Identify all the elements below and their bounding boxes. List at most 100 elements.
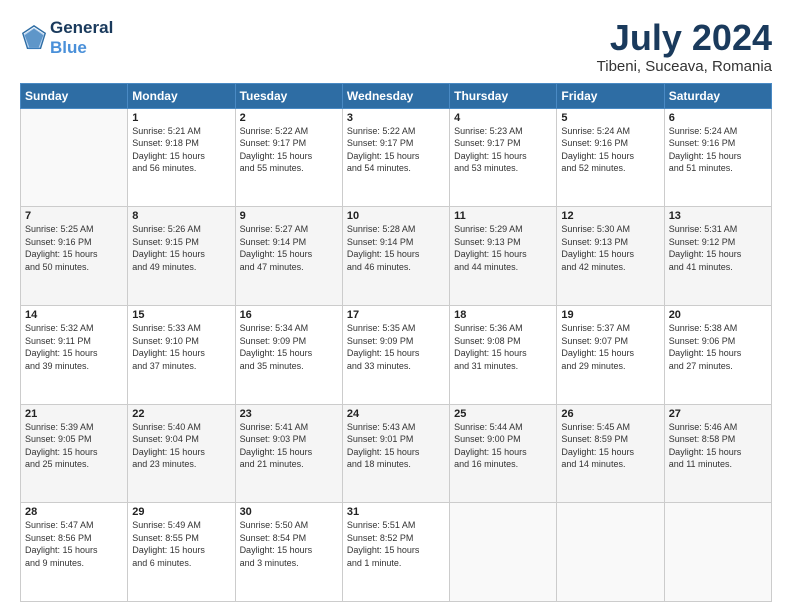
day-info: Sunrise: 5:47 AM Sunset: 8:56 PM Dayligh…	[25, 519, 123, 569]
calendar-cell: 31Sunrise: 5:51 AM Sunset: 8:52 PM Dayli…	[342, 503, 449, 602]
day-number: 7	[25, 210, 123, 222]
day-number: 25	[454, 408, 552, 420]
day-number: 18	[454, 309, 552, 321]
day-info: Sunrise: 5:30 AM Sunset: 9:13 PM Dayligh…	[561, 223, 659, 273]
day-info: Sunrise: 5:29 AM Sunset: 9:13 PM Dayligh…	[454, 223, 552, 273]
calendar-cell: 8Sunrise: 5:26 AM Sunset: 9:15 PM Daylig…	[128, 207, 235, 306]
day-number: 22	[132, 408, 230, 420]
day-number: 28	[25, 506, 123, 518]
logo: General Blue	[20, 18, 113, 59]
day-info: Sunrise: 5:38 AM Sunset: 9:06 PM Dayligh…	[669, 322, 767, 372]
day-info: Sunrise: 5:27 AM Sunset: 9:14 PM Dayligh…	[240, 223, 338, 273]
calendar-cell	[450, 503, 557, 602]
day-info: Sunrise: 5:31 AM Sunset: 9:12 PM Dayligh…	[669, 223, 767, 273]
calendar-cell: 22Sunrise: 5:40 AM Sunset: 9:04 PM Dayli…	[128, 404, 235, 503]
calendar-cell: 15Sunrise: 5:33 AM Sunset: 9:10 PM Dayli…	[128, 305, 235, 404]
calendar-cell: 11Sunrise: 5:29 AM Sunset: 9:13 PM Dayli…	[450, 207, 557, 306]
day-info: Sunrise: 5:35 AM Sunset: 9:09 PM Dayligh…	[347, 322, 445, 372]
day-info: Sunrise: 5:44 AM Sunset: 9:00 PM Dayligh…	[454, 421, 552, 471]
day-info: Sunrise: 5:23 AM Sunset: 9:17 PM Dayligh…	[454, 125, 552, 175]
day-info: Sunrise: 5:43 AM Sunset: 9:01 PM Dayligh…	[347, 421, 445, 471]
calendar-header-sunday: Sunday	[21, 83, 128, 108]
day-info: Sunrise: 5:51 AM Sunset: 8:52 PM Dayligh…	[347, 519, 445, 569]
calendar-header-friday: Friday	[557, 83, 664, 108]
day-number: 2	[240, 112, 338, 124]
calendar-cell: 7Sunrise: 5:25 AM Sunset: 9:16 PM Daylig…	[21, 207, 128, 306]
calendar-cell: 21Sunrise: 5:39 AM Sunset: 9:05 PM Dayli…	[21, 404, 128, 503]
calendar-cell: 20Sunrise: 5:38 AM Sunset: 9:06 PM Dayli…	[664, 305, 771, 404]
calendar-cell: 2Sunrise: 5:22 AM Sunset: 9:17 PM Daylig…	[235, 108, 342, 207]
title-area: July 2024 Tibeni, Suceava, Romania	[597, 18, 772, 75]
calendar-cell: 25Sunrise: 5:44 AM Sunset: 9:00 PM Dayli…	[450, 404, 557, 503]
calendar-cell: 23Sunrise: 5:41 AM Sunset: 9:03 PM Dayli…	[235, 404, 342, 503]
day-info: Sunrise: 5:22 AM Sunset: 9:17 PM Dayligh…	[347, 125, 445, 175]
main-title: July 2024	[597, 18, 772, 58]
subtitle: Tibeni, Suceava, Romania	[597, 58, 772, 75]
day-info: Sunrise: 5:46 AM Sunset: 8:58 PM Dayligh…	[669, 421, 767, 471]
day-info: Sunrise: 5:41 AM Sunset: 9:03 PM Dayligh…	[240, 421, 338, 471]
day-info: Sunrise: 5:37 AM Sunset: 9:07 PM Dayligh…	[561, 322, 659, 372]
day-number: 8	[132, 210, 230, 222]
day-number: 21	[25, 408, 123, 420]
day-info: Sunrise: 5:32 AM Sunset: 9:11 PM Dayligh…	[25, 322, 123, 372]
calendar-cell: 24Sunrise: 5:43 AM Sunset: 9:01 PM Dayli…	[342, 404, 449, 503]
day-info: Sunrise: 5:36 AM Sunset: 9:08 PM Dayligh…	[454, 322, 552, 372]
calendar-cell: 17Sunrise: 5:35 AM Sunset: 9:09 PM Dayli…	[342, 305, 449, 404]
calendar-header-row: SundayMondayTuesdayWednesdayThursdayFrid…	[21, 83, 772, 108]
day-number: 4	[454, 112, 552, 124]
day-number: 16	[240, 309, 338, 321]
day-info: Sunrise: 5:49 AM Sunset: 8:55 PM Dayligh…	[132, 519, 230, 569]
calendar-cell: 4Sunrise: 5:23 AM Sunset: 9:17 PM Daylig…	[450, 108, 557, 207]
page: General Blue July 2024 Tibeni, Suceava, …	[0, 0, 792, 612]
day-number: 31	[347, 506, 445, 518]
day-number: 14	[25, 309, 123, 321]
day-info: Sunrise: 5:24 AM Sunset: 9:16 PM Dayligh…	[561, 125, 659, 175]
day-info: Sunrise: 5:33 AM Sunset: 9:10 PM Dayligh…	[132, 322, 230, 372]
calendar-cell: 16Sunrise: 5:34 AM Sunset: 9:09 PM Dayli…	[235, 305, 342, 404]
calendar-cell: 6Sunrise: 5:24 AM Sunset: 9:16 PM Daylig…	[664, 108, 771, 207]
calendar-cell	[21, 108, 128, 207]
day-number: 9	[240, 210, 338, 222]
day-info: Sunrise: 5:39 AM Sunset: 9:05 PM Dayligh…	[25, 421, 123, 471]
day-info: Sunrise: 5:22 AM Sunset: 9:17 PM Dayligh…	[240, 125, 338, 175]
day-info: Sunrise: 5:50 AM Sunset: 8:54 PM Dayligh…	[240, 519, 338, 569]
calendar-week-row-3: 14Sunrise: 5:32 AM Sunset: 9:11 PM Dayli…	[21, 305, 772, 404]
calendar-cell: 13Sunrise: 5:31 AM Sunset: 9:12 PM Dayli…	[664, 207, 771, 306]
calendar-week-row-4: 21Sunrise: 5:39 AM Sunset: 9:05 PM Dayli…	[21, 404, 772, 503]
day-number: 19	[561, 309, 659, 321]
day-info: Sunrise: 5:21 AM Sunset: 9:18 PM Dayligh…	[132, 125, 230, 175]
day-number: 12	[561, 210, 659, 222]
day-number: 27	[669, 408, 767, 420]
calendar-cell: 30Sunrise: 5:50 AM Sunset: 8:54 PM Dayli…	[235, 503, 342, 602]
calendar-header-wednesday: Wednesday	[342, 83, 449, 108]
calendar-cell: 3Sunrise: 5:22 AM Sunset: 9:17 PM Daylig…	[342, 108, 449, 207]
day-info: Sunrise: 5:40 AM Sunset: 9:04 PM Dayligh…	[132, 421, 230, 471]
calendar-cell: 5Sunrise: 5:24 AM Sunset: 9:16 PM Daylig…	[557, 108, 664, 207]
day-number: 26	[561, 408, 659, 420]
calendar-cell: 9Sunrise: 5:27 AM Sunset: 9:14 PM Daylig…	[235, 207, 342, 306]
calendar-table: SundayMondayTuesdayWednesdayThursdayFrid…	[20, 83, 772, 602]
calendar-cell: 26Sunrise: 5:45 AM Sunset: 8:59 PM Dayli…	[557, 404, 664, 503]
day-number: 24	[347, 408, 445, 420]
calendar-cell: 10Sunrise: 5:28 AM Sunset: 9:14 PM Dayli…	[342, 207, 449, 306]
calendar-cell: 27Sunrise: 5:46 AM Sunset: 8:58 PM Dayli…	[664, 404, 771, 503]
calendar-week-row-5: 28Sunrise: 5:47 AM Sunset: 8:56 PM Dayli…	[21, 503, 772, 602]
calendar-week-row-1: 1Sunrise: 5:21 AM Sunset: 9:18 PM Daylig…	[21, 108, 772, 207]
day-number: 23	[240, 408, 338, 420]
day-info: Sunrise: 5:28 AM Sunset: 9:14 PM Dayligh…	[347, 223, 445, 273]
calendar-cell	[557, 503, 664, 602]
day-number: 5	[561, 112, 659, 124]
calendar-header-tuesday: Tuesday	[235, 83, 342, 108]
calendar-header-thursday: Thursday	[450, 83, 557, 108]
day-number: 15	[132, 309, 230, 321]
calendar-cell: 12Sunrise: 5:30 AM Sunset: 9:13 PM Dayli…	[557, 207, 664, 306]
calendar-header-saturday: Saturday	[664, 83, 771, 108]
calendar-cell: 19Sunrise: 5:37 AM Sunset: 9:07 PM Dayli…	[557, 305, 664, 404]
day-number: 11	[454, 210, 552, 222]
day-number: 20	[669, 309, 767, 321]
day-number: 29	[132, 506, 230, 518]
day-number: 13	[669, 210, 767, 222]
header: General Blue July 2024 Tibeni, Suceava, …	[20, 18, 772, 75]
day-info: Sunrise: 5:25 AM Sunset: 9:16 PM Dayligh…	[25, 223, 123, 273]
calendar-header-monday: Monday	[128, 83, 235, 108]
